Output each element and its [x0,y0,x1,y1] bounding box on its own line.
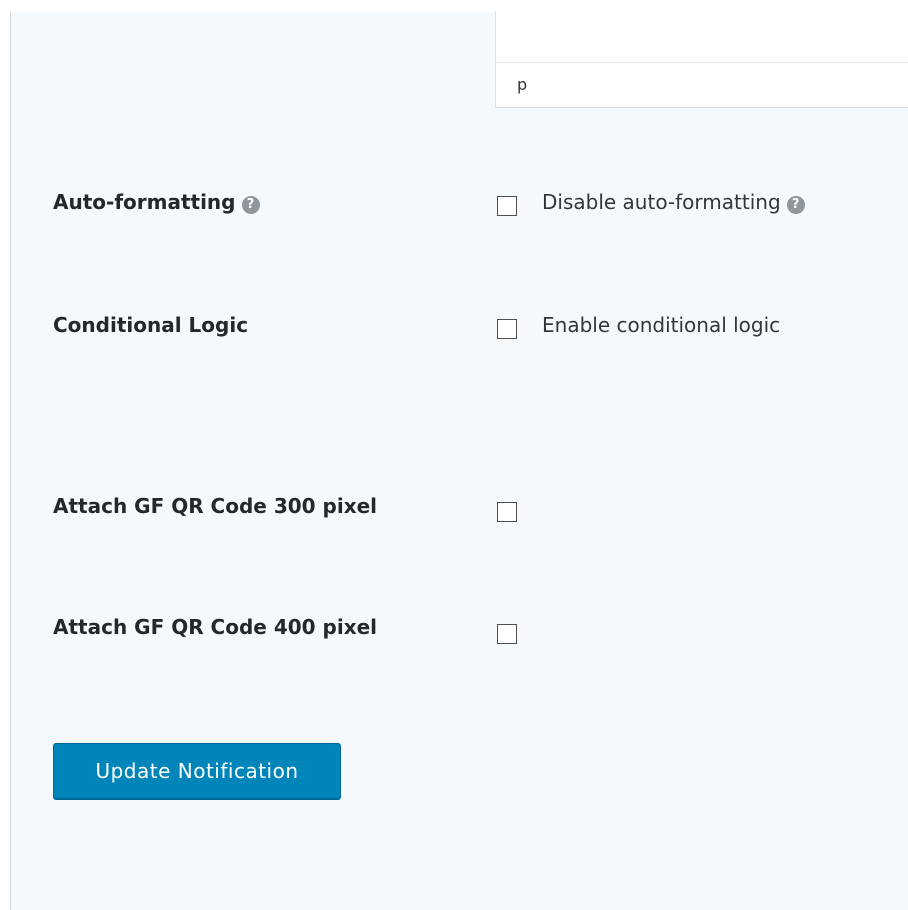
update-notification-button[interactable]: Update Notification [53,743,341,799]
editor-path-text[interactable]: p [517,75,527,94]
message-editor[interactable]: p [495,11,908,108]
disable-autoformat-checkbox[interactable] [497,196,517,216]
editor-path-bar: p [496,62,908,106]
autoformat-label: Auto-formatting? [53,190,260,214]
qr-400-checkbox[interactable] [497,624,517,644]
qr-400-label: Attach GF QR Code 400 pixel [53,615,378,639]
help-icon[interactable]: ? [241,196,260,214]
enable-conditional-logic-checkbox[interactable] [497,319,517,339]
qr-300-label: Attach GF QR Code 300 pixel [53,494,378,518]
disable-autoformat-option[interactable]: Disable auto-formatting? [542,190,805,214]
qr-300-checkbox[interactable] [497,502,517,522]
autoformat-label-text: Auto-formatting [53,190,236,214]
notification-settings-panel: p Auto-formatting? Disable auto-formatti… [10,11,908,910]
disable-autoformat-label[interactable]: Disable auto-formatting [542,190,781,214]
enable-conditional-logic-label[interactable]: Enable conditional logic [542,313,780,337]
help-icon[interactable]: ? [786,196,805,214]
conditional-logic-label: Conditional Logic [53,313,249,337]
